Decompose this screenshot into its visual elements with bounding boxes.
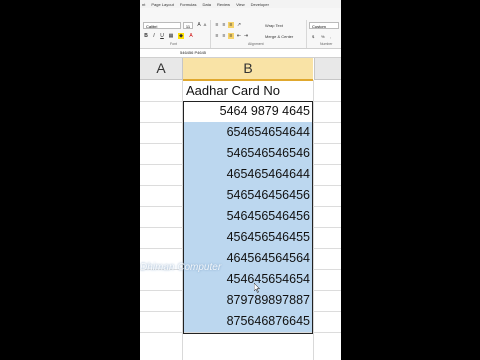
comma-style-icon[interactable]: , <box>330 34 331 39</box>
table-row: 5464 9879 4645 <box>140 101 341 123</box>
font-name-box[interactable]: Calibri <box>143 22 181 29</box>
table-row: 654654654644 <box>140 122 341 144</box>
decrease-indent-icon[interactable]: ⇤ <box>236 33 242 39</box>
bold-icon[interactable]: B <box>143 33 149 39</box>
underline-icon[interactable]: U <box>159 33 165 39</box>
wrap-text-button[interactable]: Wrap Text <box>265 23 283 28</box>
table-row: 879789897887 <box>140 290 341 312</box>
font-size-box[interactable]: 11 <box>183 22 193 29</box>
formula-bar[interactable]: 546456 P4645 <box>140 49 341 58</box>
fill-color-icon[interactable]: ◆ <box>178 33 184 39</box>
merge-center-button[interactable]: Merge & Center <box>265 34 293 39</box>
header-cell[interactable]: Aadhar Card No <box>183 80 313 101</box>
column-header-c[interactable] <box>314 58 341 80</box>
tab-data[interactable]: Data <box>200 0 214 8</box>
table-row: 875646876645 <box>140 311 341 333</box>
aadhar-cell[interactable]: 456456546455 <box>183 227 313 248</box>
table-row: 546456546456 <box>140 206 341 228</box>
ribbon-group-labels: Font Alignment Number <box>140 42 341 47</box>
aadhar-cell[interactable]: 465465464644 <box>183 164 313 185</box>
header-row: Aadhar Card No <box>140 80 341 102</box>
align-left-icon[interactable]: ≡ <box>214 33 220 39</box>
ribbon-tabs: nt Page Layout Formulas Data Review View… <box>140 0 341 8</box>
aadhar-cell[interactable]: 879789897887 <box>183 290 313 311</box>
shrink-font-icon[interactable]: A <box>202 22 208 28</box>
currency-button[interactable]: $ <box>312 34 314 39</box>
table-row: 546546456456 <box>140 185 341 207</box>
aadhar-cell[interactable]: 5464 9879 4645 <box>183 101 313 122</box>
number-format-box[interactable]: Custom <box>309 22 339 29</box>
align-right-icon[interactable]: ≡ <box>228 33 234 39</box>
tab-review[interactable]: Review <box>215 0 234 8</box>
group-label-font: Font <box>170 42 178 46</box>
left-black-bar <box>0 0 140 360</box>
orientation-icon[interactable]: ↗ <box>236 22 242 28</box>
percent-button[interactable]: % <box>321 34 325 39</box>
tab-view[interactable]: View <box>234 0 249 8</box>
right-black-bar <box>341 0 480 360</box>
table-row: 456456546455 <box>140 227 341 249</box>
watermark: Dhiman Computer <box>140 262 222 273</box>
font-color-icon[interactable]: A <box>188 33 194 39</box>
italic-icon[interactable]: I <box>151 33 157 39</box>
excel-window: nt Page Layout Formulas Data Review View… <box>140 0 341 360</box>
align-center-icon[interactable]: ≡ <box>221 33 227 39</box>
aadhar-cell[interactable]: 546456546456 <box>183 206 313 227</box>
table-row: 546546546546 <box>140 143 341 165</box>
aadhar-cell[interactable]: 654654654644 <box>183 122 313 143</box>
align-top-icon[interactable]: ≡ <box>214 22 220 28</box>
increase-indent-icon[interactable]: ⇥ <box>243 33 249 39</box>
column-header-a[interactable]: A <box>140 58 183 80</box>
tab-page-layout[interactable]: Page Layout <box>149 0 177 8</box>
group-label-number: Number <box>320 42 333 46</box>
aadhar-cell[interactable]: 875646876645 <box>183 311 313 332</box>
aadhar-cell[interactable]: 546546456456 <box>183 185 313 206</box>
table-row: 465465464644 <box>140 164 341 186</box>
align-middle-icon[interactable]: ≡ <box>221 22 227 28</box>
group-label-alignment: Alignment <box>248 42 264 46</box>
aadhar-cell[interactable]: 546546546546 <box>183 143 313 164</box>
borders-icon[interactable]: ▦ <box>168 33 174 39</box>
tab-home[interactable]: nt <box>140 0 149 8</box>
mouse-cursor-icon <box>254 283 260 293</box>
column-header-b[interactable]: B <box>183 58 313 81</box>
formula-value: 546456 P4645 <box>180 50 207 55</box>
tab-formulas[interactable]: Formulas <box>178 0 201 8</box>
tab-developer[interactable]: Developer <box>249 0 273 8</box>
align-bottom-icon[interactable]: ≡ <box>228 22 234 28</box>
